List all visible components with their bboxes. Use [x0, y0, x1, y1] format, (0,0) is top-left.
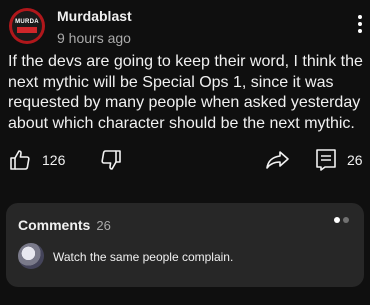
comments-title: Comments — [18, 217, 91, 233]
post-header: MURDA Murdablast 9 hours ago — [0, 0, 370, 52]
more-vert-icon[interactable] — [356, 15, 364, 37]
pager-dot-active — [334, 217, 340, 223]
comment-count: 26 — [347, 152, 363, 168]
post-body: If the devs are going to keep their word… — [8, 53, 363, 132]
comments-panel[interactable]: Comments 26 Watch the same people complai… — [6, 203, 364, 287]
comment-preview-text: Watch the same people complain. — [53, 250, 234, 264]
like-button[interactable]: 126 — [8, 148, 65, 172]
like-count: 126 — [42, 152, 66, 168]
comments-pager — [331, 217, 349, 223]
comment-button[interactable]: 26 — [315, 148, 363, 172]
avatar-text: MURDA — [15, 19, 39, 25]
thumbs-up-icon — [10, 150, 30, 170]
dislike-button[interactable] — [99, 148, 123, 172]
commenter-avatar — [18, 243, 44, 269]
comment-icon — [316, 149, 336, 171]
share-button[interactable] — [265, 148, 291, 172]
comments-header: Comments 26 — [18, 217, 111, 233]
author-name[interactable]: Murdablast — [57, 8, 132, 24]
channel-avatar[interactable]: MURDA — [9, 8, 45, 44]
action-bar: 126 26 — [0, 148, 370, 182]
comments-count: 26 — [96, 218, 111, 233]
thumbs-down-icon — [101, 150, 121, 170]
share-icon — [266, 151, 289, 169]
pager-dot — [343, 217, 349, 223]
post-time: 9 hours ago — [57, 30, 131, 46]
